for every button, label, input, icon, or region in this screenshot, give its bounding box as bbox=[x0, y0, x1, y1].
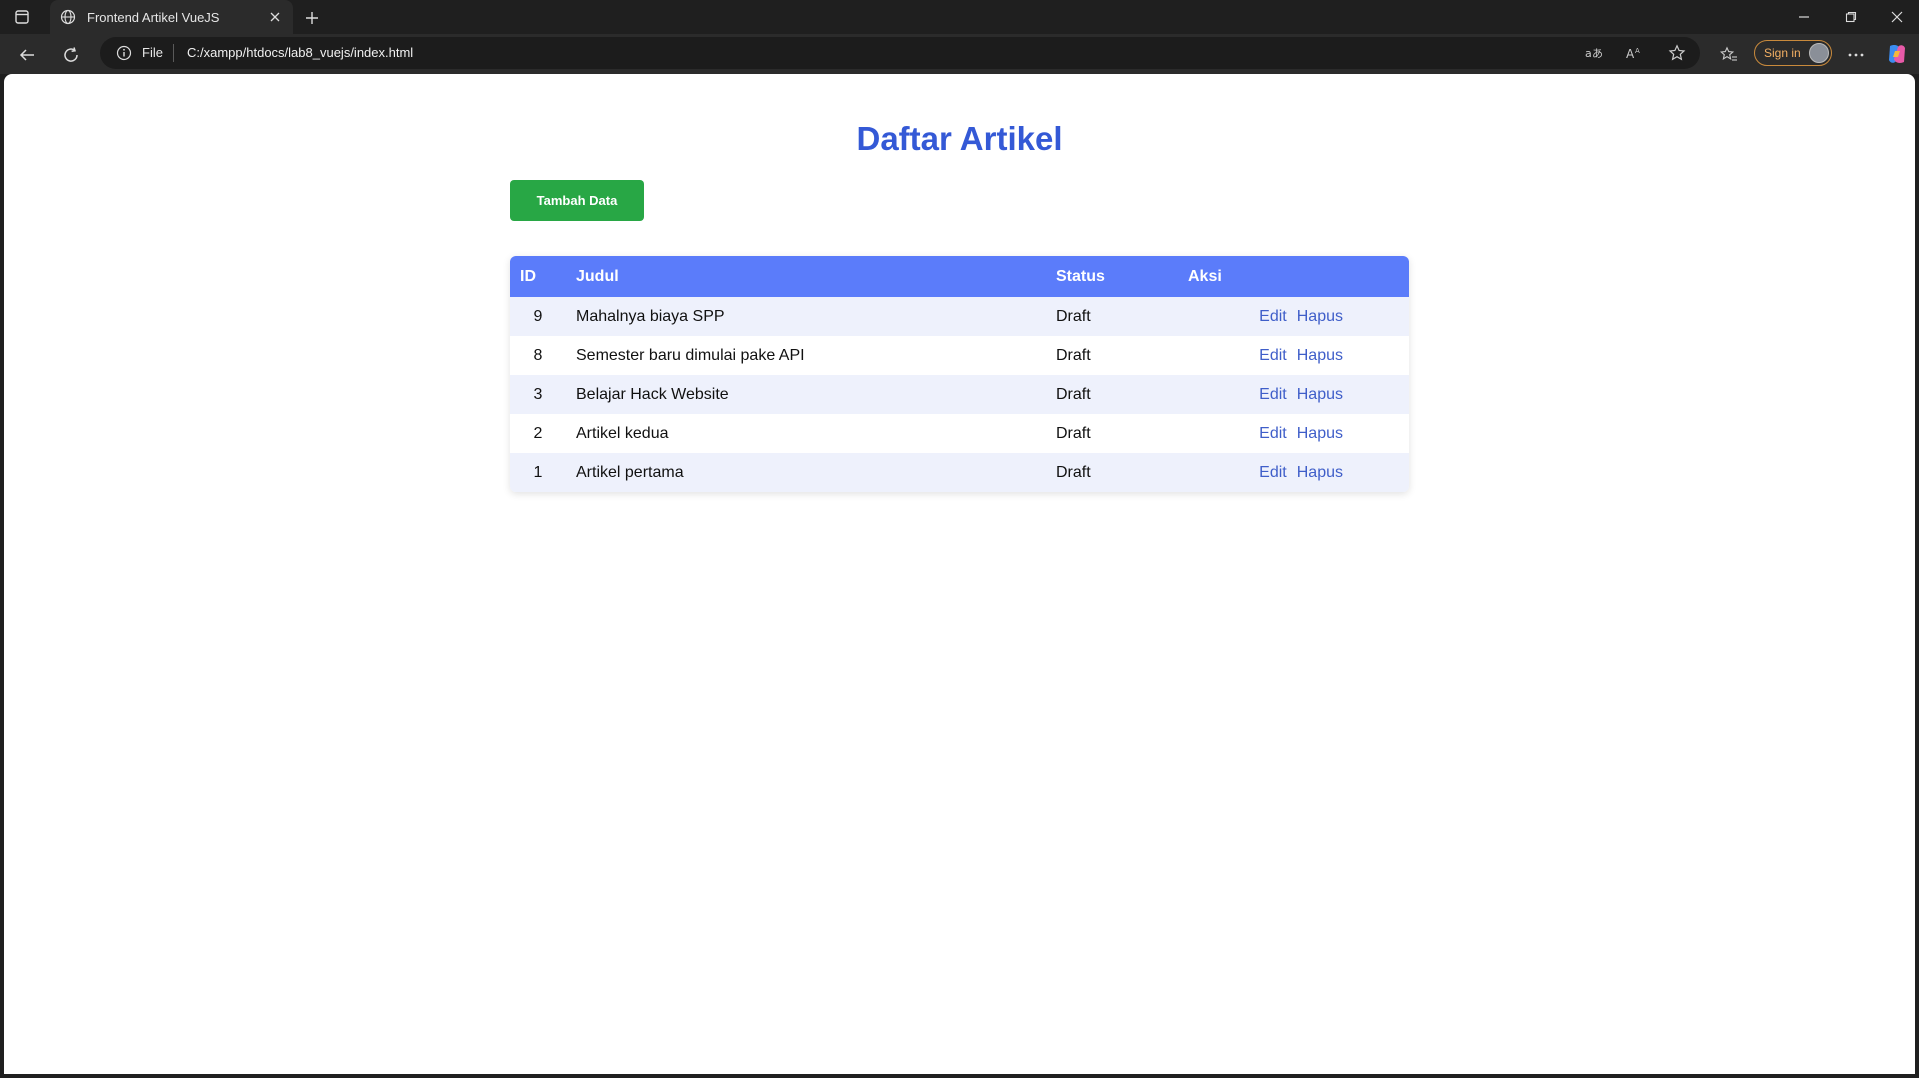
address-url[interactable]: C:/xampp/htdocs/lab8_vuejs/index.html bbox=[187, 45, 413, 60]
address-bar[interactable]: File C:/xampp/htdocs/lab8_vuejs/index.ht… bbox=[100, 37, 1700, 69]
sign-in-label: Sign in bbox=[1764, 46, 1801, 60]
cell-status: Draft bbox=[1056, 307, 1091, 325]
copilot-icon[interactable] bbox=[1885, 42, 1909, 66]
cell-id: 3 bbox=[533, 385, 543, 403]
globe-icon bbox=[60, 8, 78, 26]
hapus-link[interactable]: Hapus bbox=[1297, 425, 1343, 442]
tab-title: Frontend Artikel VueJS bbox=[87, 9, 220, 25]
table-row: 3 Belajar Hack Website Draft Edit Hapus bbox=[510, 375, 1409, 414]
favorites-icon[interactable] bbox=[1718, 44, 1740, 66]
hapus-link[interactable]: Hapus bbox=[1297, 386, 1343, 403]
svg-text:あ: あ bbox=[1592, 47, 1603, 60]
tab-actions-icon[interactable] bbox=[14, 9, 30, 25]
edit-link[interactable]: Edit bbox=[1259, 347, 1287, 364]
edit-link[interactable]: Edit bbox=[1259, 464, 1287, 481]
hapus-link[interactable]: Hapus bbox=[1297, 347, 1343, 364]
svg-text:A: A bbox=[1635, 47, 1640, 55]
table-header-row: ID Judul Status Aksi bbox=[510, 256, 1409, 297]
edit-link[interactable]: Edit bbox=[1259, 308, 1287, 325]
table-row: 9 Mahalnya biaya SPP Draft Edit Hapus bbox=[510, 297, 1409, 336]
read-aloud-translate-icon[interactable]: aあ bbox=[1585, 44, 1603, 62]
close-icon[interactable] bbox=[267, 9, 283, 25]
header-id: ID bbox=[520, 267, 536, 285]
minimize-icon[interactable] bbox=[1794, 8, 1814, 26]
back-arrow-icon[interactable] bbox=[16, 44, 38, 66]
cell-id: 2 bbox=[533, 424, 543, 442]
hapus-link[interactable]: Hapus bbox=[1297, 464, 1343, 481]
cell-id: 8 bbox=[533, 346, 543, 364]
sign-in-button[interactable]: Sign in bbox=[1754, 40, 1832, 66]
cell-actions: Edit Hapus bbox=[1178, 336, 1409, 375]
address-scheme-label: File bbox=[142, 45, 163, 60]
info-icon[interactable] bbox=[116, 45, 132, 61]
add-data-button[interactable]: Tambah Data bbox=[510, 180, 644, 221]
avatar bbox=[1809, 43, 1829, 63]
cell-actions: Edit Hapus bbox=[1178, 297, 1409, 336]
cell-judul: Artikel pertama bbox=[576, 463, 684, 481]
page-title: Daftar Artikel bbox=[856, 120, 1063, 157]
cell-status: Draft bbox=[1056, 424, 1091, 442]
cell-status: Draft bbox=[1056, 346, 1091, 364]
table-row: 8 Semester baru dimulai pake API Draft E… bbox=[510, 336, 1409, 375]
reader-text-icon[interactable]: AA bbox=[1626, 44, 1644, 62]
cell-status: Draft bbox=[1056, 385, 1091, 403]
table-row: 1 Artikel pertama Draft Edit Hapus bbox=[510, 453, 1409, 492]
cell-id: 1 bbox=[533, 463, 543, 481]
cell-id: 9 bbox=[533, 307, 543, 325]
more-options-icon[interactable] bbox=[1845, 44, 1867, 66]
articles-table: ID Judul Status Aksi 9 Mahalnya biaya SP… bbox=[510, 256, 1409, 492]
favorite-star-icon[interactable] bbox=[1668, 44, 1686, 62]
cell-judul: Mahalnya biaya SPP bbox=[576, 307, 725, 325]
header-judul: Judul bbox=[576, 267, 619, 285]
cell-actions: Edit Hapus bbox=[1178, 414, 1409, 453]
browser-tab-bar: Frontend Artikel VueJS bbox=[0, 0, 1919, 34]
edit-link[interactable]: Edit bbox=[1259, 386, 1287, 403]
cell-judul: Semester baru dimulai pake API bbox=[576, 346, 805, 364]
svg-text:A: A bbox=[1626, 47, 1635, 60]
refresh-icon[interactable] bbox=[60, 44, 82, 66]
browser-toolbar: File C:/xampp/htdocs/lab8_vuejs/index.ht… bbox=[0, 34, 1919, 74]
close-window-icon[interactable] bbox=[1887, 8, 1907, 26]
header-aksi: Aksi bbox=[1188, 267, 1222, 285]
header-status: Status bbox=[1056, 267, 1105, 285]
cell-actions: Edit Hapus bbox=[1178, 375, 1409, 414]
cell-actions: Edit Hapus bbox=[1178, 453, 1409, 492]
cell-judul: Artikel kedua bbox=[576, 424, 669, 442]
browser-tab-active[interactable]: Frontend Artikel VueJS bbox=[50, 0, 293, 34]
svg-text:a: a bbox=[1585, 47, 1592, 60]
cell-judul: Belajar Hack Website bbox=[576, 385, 729, 403]
restore-icon[interactable] bbox=[1841, 8, 1861, 26]
edit-link[interactable]: Edit bbox=[1259, 425, 1287, 442]
table-row: 2 Artikel kedua Draft Edit Hapus bbox=[510, 414, 1409, 453]
address-divider bbox=[173, 44, 174, 62]
cell-status: Draft bbox=[1056, 463, 1091, 481]
new-tab-plus-icon[interactable] bbox=[302, 8, 322, 28]
page-viewport: Daftar Artikel Tambah Data ID Judul Stat… bbox=[4, 74, 1915, 1074]
hapus-link[interactable]: Hapus bbox=[1297, 308, 1343, 325]
